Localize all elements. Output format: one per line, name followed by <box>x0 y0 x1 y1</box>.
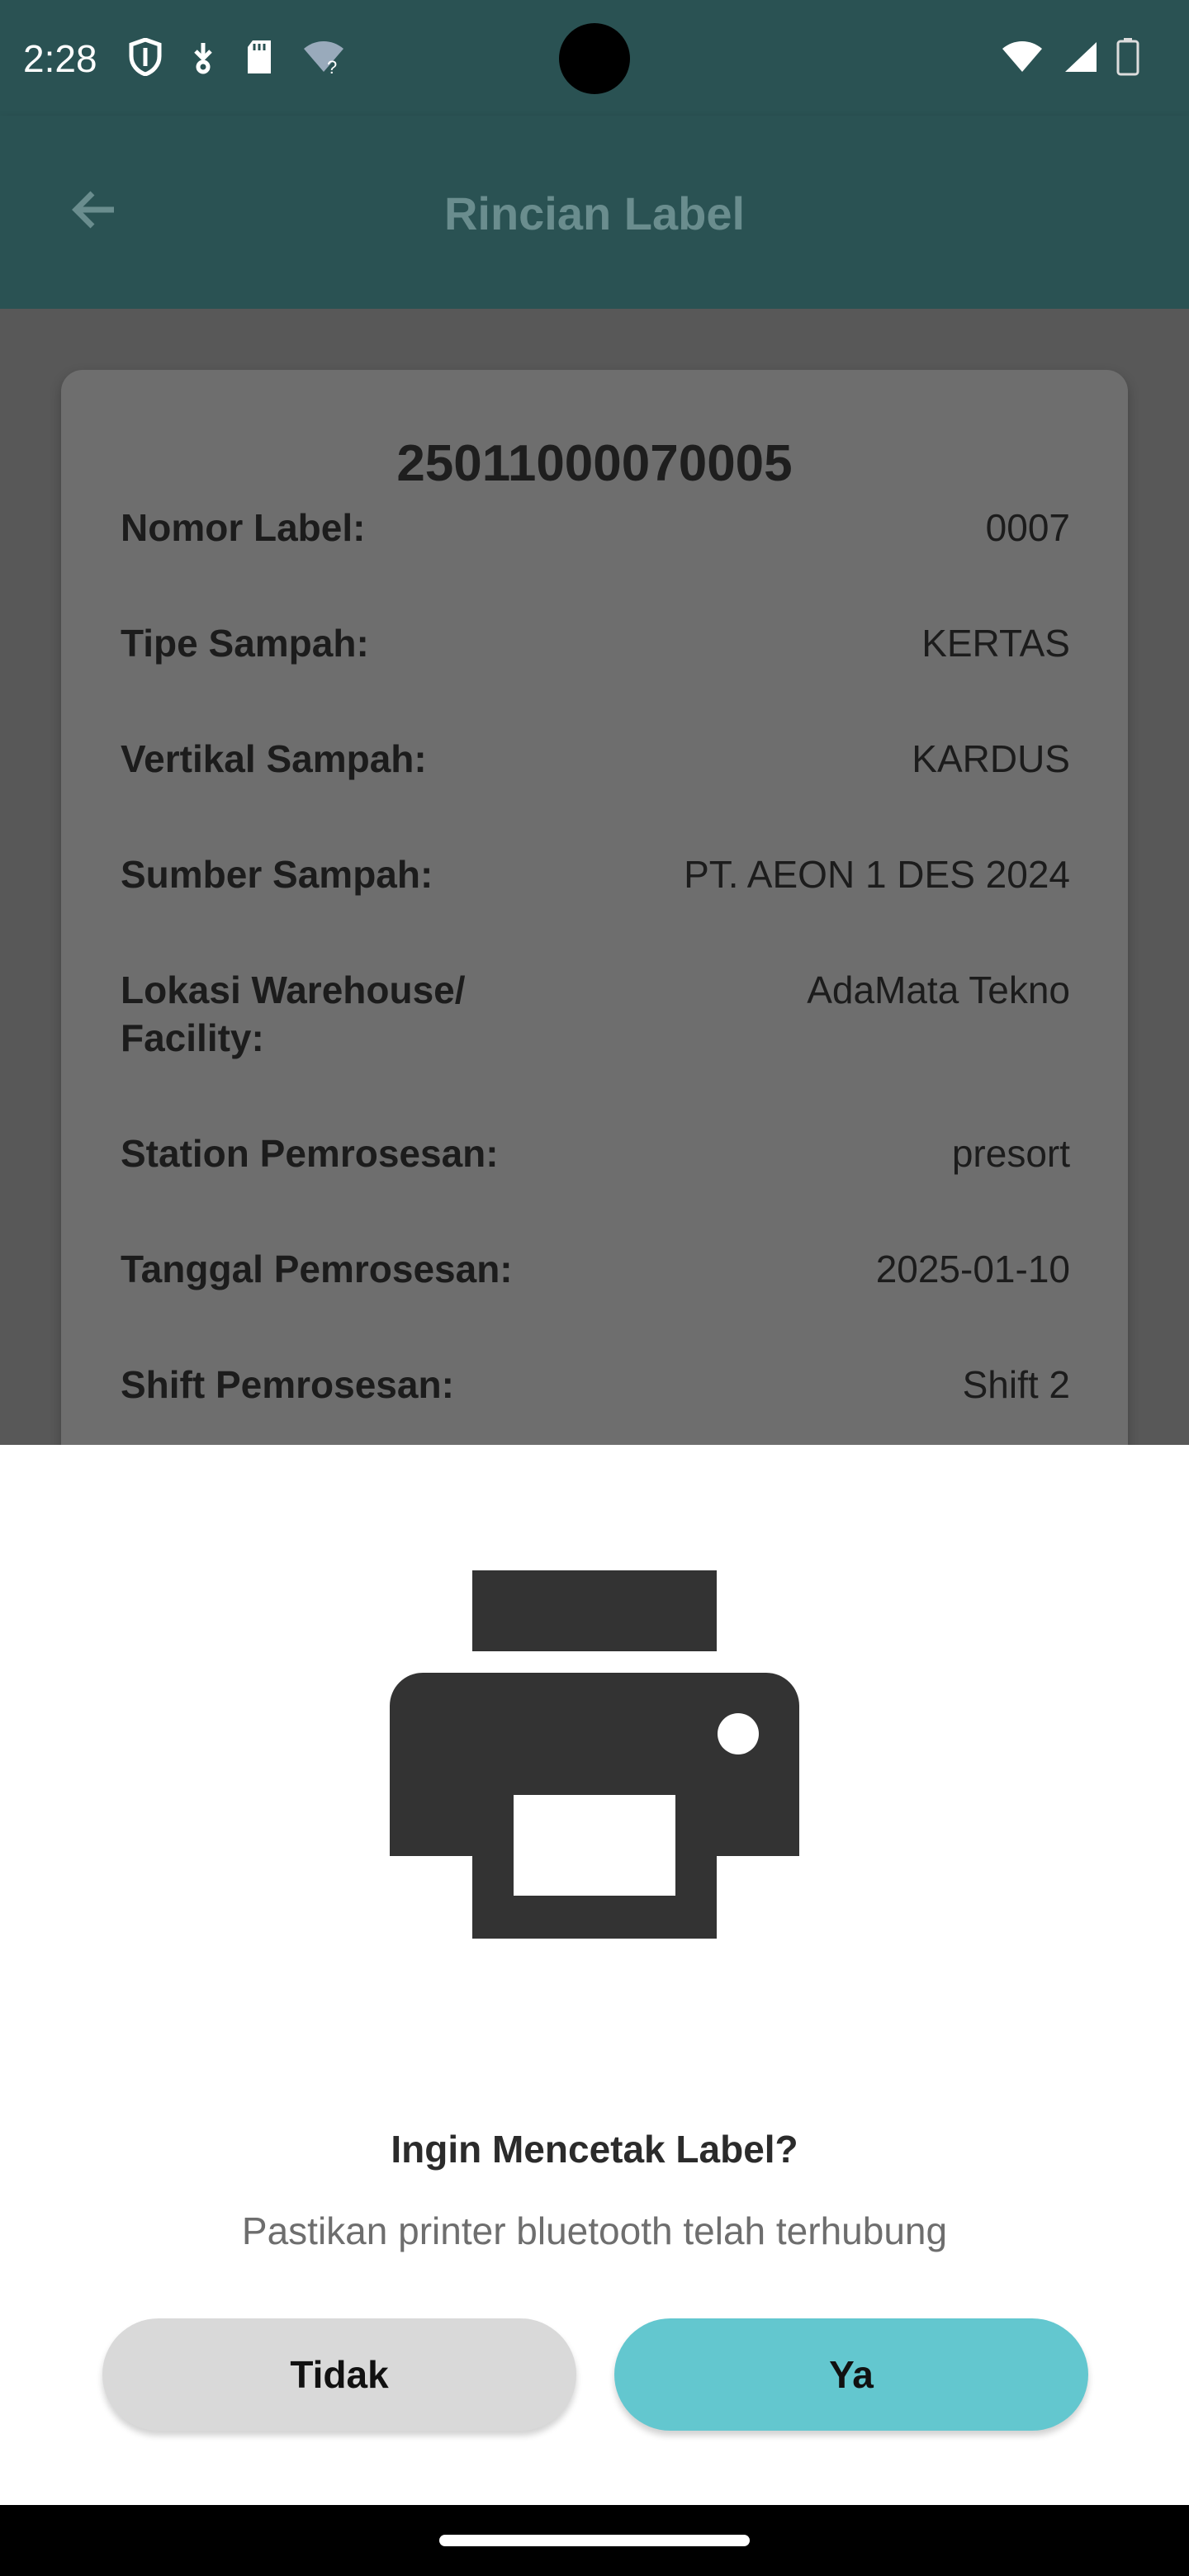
detail-key: Sumber Sampah: <box>121 853 433 896</box>
content-area: 25011000070005 Nomor Label: 0007 Tipe Sa… <box>0 309 1189 1445</box>
detail-value: KERTAS <box>921 622 1070 665</box>
detail-value: Shift 2 <box>962 1363 1070 1406</box>
app-bar: Rincian Label <box>0 116 1189 309</box>
wifi-icon <box>1002 41 1042 72</box>
detail-value: presort <box>951 1132 1070 1175</box>
wifi-question-icon: ? <box>304 41 343 75</box>
home-gesture-handle[interactable] <box>439 2535 750 2546</box>
sd-card-icon <box>248 40 271 73</box>
printer-icon <box>390 1570 799 1939</box>
yes-button[interactable]: Ya <box>614 2318 1088 2431</box>
label-number: 25011000070005 <box>396 435 793 492</box>
detail-key: Nomor Label: <box>121 506 366 549</box>
status-time: 2:28 <box>23 37 97 80</box>
shield-icon <box>129 38 162 76</box>
label-detail-card: 25011000070005 Nomor Label: 0007 Tipe Sa… <box>61 370 1128 1445</box>
battery-icon <box>1116 38 1139 76</box>
detail-value: 2025-01-10 <box>875 1248 1070 1290</box>
detail-key: Vertikal Sampah: <box>121 737 427 780</box>
signal-icon <box>1065 42 1097 72</box>
camera-cutout <box>559 23 630 94</box>
detail-value: 0007 <box>985 506 1070 549</box>
print-confirm-sheet: Ingin Mencetak Label? Pastikan printer b… <box>0 1445 1189 2505</box>
detail-key: Tanggal Pemrosesan: <box>121 1248 513 1290</box>
navigation-bar <box>0 2505 1189 2576</box>
no-button[interactable]: Tidak <box>102 2318 576 2431</box>
detail-value: KARDUS <box>912 737 1070 780</box>
detail-value: AdaMata Tekno <box>807 968 1070 1011</box>
svg-text:?: ? <box>327 57 337 75</box>
dialog-title: Ingin Mencetak Label? <box>391 2128 798 2171</box>
detail-value: PT. AEON 1 DES 2024 <box>684 853 1070 896</box>
dialog-subtitle: Pastikan printer bluetooth telah terhubu… <box>241 2209 948 2252</box>
detail-key: Lokasi Warehouse/ Facility: <box>121 968 466 1059</box>
download-icon <box>194 43 212 74</box>
detail-key: Tipe Sampah: <box>121 622 369 665</box>
status-icons-right <box>1001 38 1139 76</box>
page-title: Rincian Label <box>443 187 746 239</box>
detail-key: Station Pemrosesan: <box>121 1132 499 1175</box>
status-icons-left: ? <box>129 38 345 76</box>
status-bar: 2:28 ? <box>0 0 1189 116</box>
detail-key: Shift Pemrosesan: <box>121 1363 454 1406</box>
